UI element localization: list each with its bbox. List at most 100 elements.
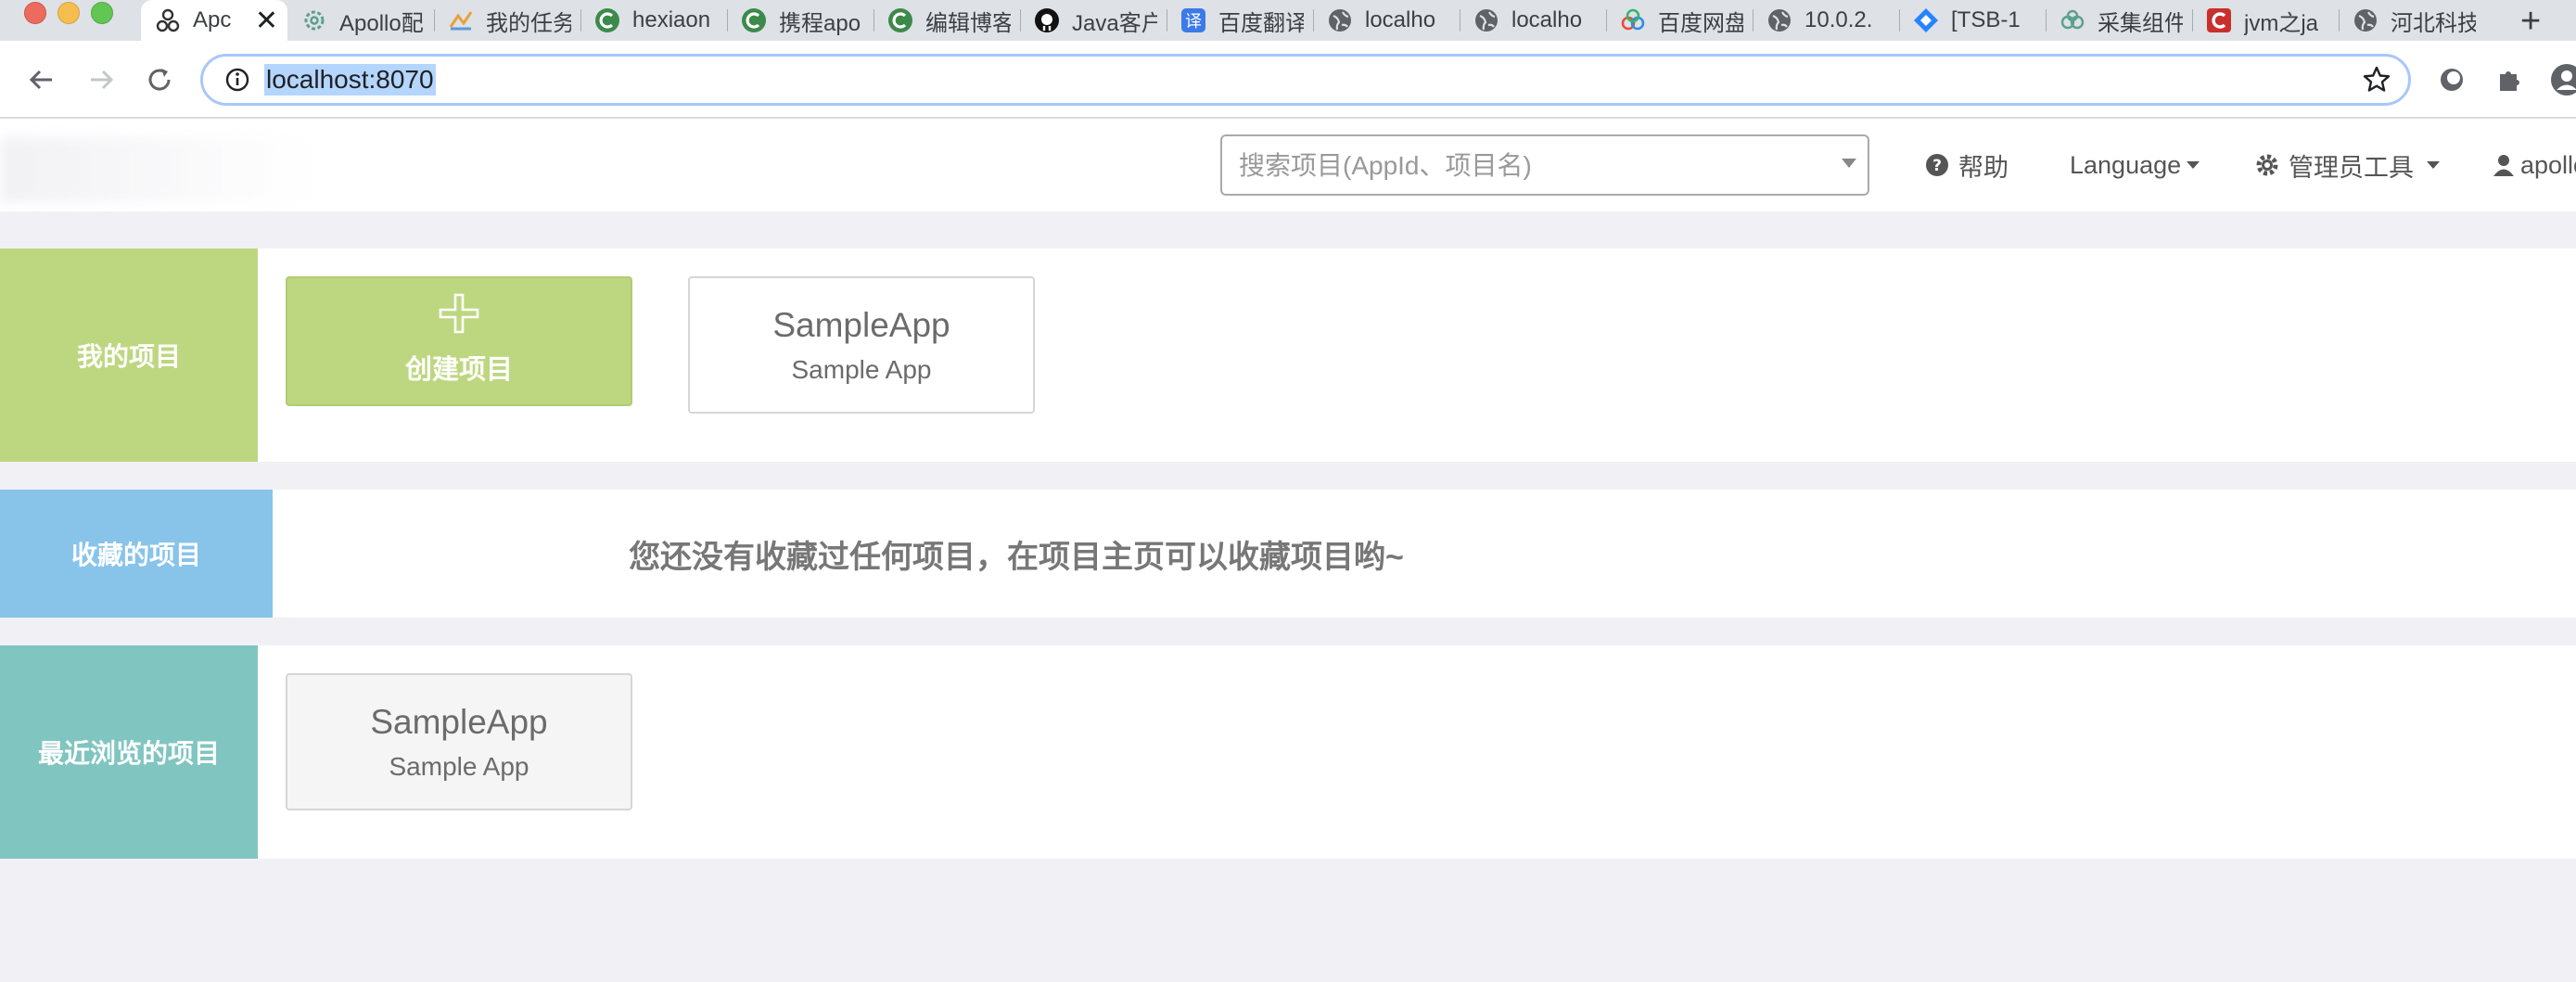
tab-title: 编辑博客 — [925, 10, 1011, 36]
tab-title: [TSB-1 — [1951, 7, 2021, 32]
apollo-logo[interactable] — [0, 137, 315, 202]
create-project-label: 创建项目 — [404, 354, 513, 385]
help-link[interactable]: ? 帮助 — [1925, 119, 2009, 211]
arrow-left-icon — [29, 70, 52, 90]
forward-button[interactable] — [83, 61, 121, 98]
tab-ip-address[interactable]: 10.0.2. — [1753, 0, 1899, 41]
gear-icon — [2255, 153, 2279, 177]
fullscreen-window-button[interactable] — [91, 2, 113, 24]
bookmark-star-icon[interactable] — [2362, 65, 2391, 99]
profile-avatar-icon[interactable] — [2548, 61, 2576, 98]
tab-localhost-1[interactable]: localho — [1313, 0, 1460, 41]
app-id: SampleApp — [370, 703, 548, 741]
tab-jvm-csdn[interactable]: jvm之ja — [2192, 0, 2339, 41]
tab-title: Java客户 — [1072, 10, 1157, 36]
gear-icon — [300, 6, 328, 34]
tab-apollo-config[interactable]: Apollo配 — [287, 0, 434, 41]
help-label: 帮助 — [1958, 153, 2009, 182]
cloud-icon — [2059, 6, 2086, 34]
tab-apollo-active[interactable]: Apc ✕ — [141, 0, 287, 41]
back-button[interactable] — [22, 61, 59, 98]
new-tab-button[interactable]: + — [2520, 2, 2541, 41]
tab-title: 河北科技 — [2391, 10, 2476, 36]
favorite-projects-section: 收藏的项目 您还没有收藏过任何项目，在项目主页可以收藏项目哟~ — [0, 490, 2576, 618]
tab-title: localho — [1511, 7, 1583, 32]
create-project-button[interactable]: 创建项目 — [286, 276, 632, 406]
browser-tab-bar: Apc ✕ Apollo配 我的任务 hexiaon 携程apo 编辑博客 Ja… — [0, 0, 2576, 41]
close-window-button[interactable] — [24, 2, 46, 24]
chevron-down-icon[interactable] — [1842, 159, 1856, 168]
close-tab-icon[interactable]: ✕ — [255, 5, 278, 37]
browser-toolbar: localhost:8070 — [0, 41, 2576, 119]
tab-collector[interactable]: 采集组件 — [2046, 0, 2192, 41]
svg-text:?: ? — [1932, 157, 1942, 175]
tab-title: Apc — [193, 7, 232, 32]
caret-down-icon — [2427, 161, 2440, 169]
project-search-input[interactable] — [1237, 136, 1816, 196]
favorites-empty-message: 您还没有收藏过任何项目，在项目主页可以收藏项目哟~ — [629, 539, 1404, 575]
my-projects-label: 我的项目 — [0, 249, 258, 462]
user-icon — [2493, 153, 2515, 177]
tab-my-tasks[interactable]: 我的任务 — [434, 0, 580, 41]
extension-circle-icon[interactable] — [2433, 61, 2470, 98]
admin-tools-dropdown[interactable]: 管理员工具 — [2255, 119, 2440, 211]
reload-button[interactable] — [141, 61, 178, 98]
address-bar[interactable]: localhost:8070 — [200, 54, 2411, 106]
question-circle-icon: ? — [1925, 153, 1949, 177]
site-info-icon[interactable] — [223, 66, 251, 98]
jira-icon — [1912, 6, 1940, 34]
tab-title: jvm之ja — [2244, 10, 2319, 36]
recent-projects-label: 最近浏览的项目 — [0, 645, 258, 859]
app-id: SampleApp — [772, 306, 950, 344]
apollo-icon — [154, 6, 182, 34]
project-search-select[interactable] — [1220, 134, 1869, 196]
tab-title: 百度翻译 — [1218, 10, 1304, 36]
globe-icon — [1766, 6, 1793, 34]
app-name: Sample App — [791, 355, 932, 384]
tab-ctrip-apollo[interactable]: 携程apo — [727, 0, 874, 41]
tab-strip: Apc ✕ Apollo配 我的任务 hexiaon 携程apo 编辑博客 Ja… — [141, 0, 2485, 41]
app-name: Sample App — [389, 752, 529, 781]
svg-text:译: 译 — [1185, 12, 1202, 32]
user-name: apollo — [2520, 150, 2576, 179]
tab-edit-blog[interactable]: 编辑博客 — [874, 0, 1020, 41]
plus-icon — [437, 291, 481, 340]
tab-hexiaon[interactable]: hexiaon — [580, 0, 727, 41]
language-dropdown[interactable]: Language — [2070, 119, 2200, 211]
tab-java-client[interactable]: Java客户 — [1020, 0, 1167, 41]
task-icon — [447, 6, 475, 34]
language-label: Language — [2070, 150, 2182, 179]
tab-title: 10.0.2. — [1804, 7, 1873, 32]
arrow-right-icon — [91, 70, 114, 90]
c-logo-icon — [593, 6, 621, 34]
globe-icon — [1326, 6, 1354, 34]
tab-jira-tsb[interactable]: [TSB-1 — [1899, 0, 2046, 41]
favorite-projects-label: 收藏的项目 — [0, 490, 273, 618]
app-card[interactable]: SampleApp Sample App — [688, 276, 1035, 414]
extensions-puzzle-icon[interactable] — [2491, 61, 2528, 98]
url-text[interactable]: localhost:8070 — [264, 64, 436, 96]
tab-title: 百度网盘 — [1658, 10, 1743, 36]
user-menu[interactable]: apollo — [2493, 119, 2576, 211]
baidu-cloud-icon — [1619, 6, 1647, 34]
tab-baidu-translate[interactable]: 译 百度翻译 — [1167, 0, 1313, 41]
tab-title: 携程apo — [779, 10, 861, 36]
tab-title: Apollo配 — [339, 10, 424, 36]
tab-title: 采集组件 — [2098, 10, 2183, 36]
globe-icon — [1473, 6, 1500, 34]
csdn-icon — [2205, 6, 2233, 34]
translate-icon: 译 — [1180, 6, 1207, 34]
admin-tools-label: 管理员工具 — [2289, 153, 2414, 182]
reload-icon — [148, 69, 171, 91]
tab-localhost-2[interactable]: localho — [1460, 0, 1606, 41]
app-header: ? 帮助 Language 管理员工具 apollo — [0, 119, 2576, 211]
app-card[interactable]: SampleApp Sample App — [286, 673, 632, 810]
tab-baidu-pan[interactable]: 百度网盘 — [1606, 0, 1753, 41]
minimize-window-button[interactable] — [57, 2, 80, 24]
tab-hebei-tech[interactable]: 河北科技 — [2339, 0, 2485, 41]
recent-projects-section: 最近浏览的项目 SampleApp Sample App — [0, 645, 2576, 859]
my-projects-section: 我的项目 创建项目 SampleApp Sample App — [0, 249, 2576, 462]
c-logo-icon — [740, 6, 768, 34]
github-icon — [1033, 6, 1061, 34]
tab-title: localho — [1365, 7, 1436, 32]
